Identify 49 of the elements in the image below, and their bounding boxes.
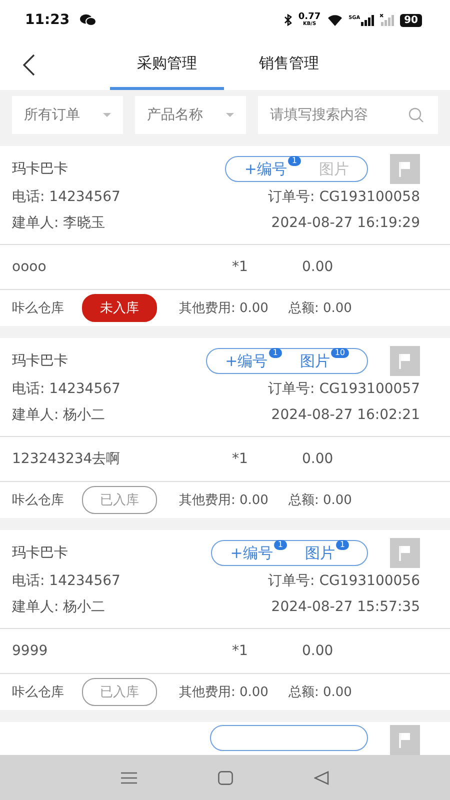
warehouse-name: 咔么仓库	[12, 684, 64, 701]
order-number: 订单号: CG193100056	[268, 572, 420, 590]
order-total: 总额: 0.00	[288, 492, 352, 509]
created-time: 2024-08-27 16:19:29	[271, 215, 420, 231]
count-badge: 10	[330, 348, 349, 358]
order-number: 订单号: CG193100058	[268, 188, 420, 206]
tab[interactable]: 销售管理	[232, 40, 346, 90]
creator-name: 建单人: 杨小二	[12, 598, 106, 616]
created-time: 2024-08-27 15:57:35	[271, 599, 420, 615]
count-badge: 1	[268, 348, 282, 358]
created-time: 2024-08-27 16:02:21	[271, 407, 420, 423]
product-name: 123243234去啊	[12, 450, 122, 468]
count-badge: 1	[274, 540, 287, 550]
product-name: oooo	[12, 259, 48, 275]
price: 0.00	[302, 259, 334, 275]
other-fees: 其他费用: 0.00	[179, 684, 268, 701]
warehouse-name: 咔么仓库	[12, 300, 64, 317]
tab[interactable]: 采购管理	[110, 40, 224, 90]
search-field[interactable]: 请填写搜索内容	[258, 96, 438, 134]
quantity: *1	[232, 451, 249, 467]
dropdown[interactable]: 产品名称	[135, 96, 246, 134]
warehouse-name: 咔么仓库	[12, 492, 64, 509]
quantity: *1	[232, 259, 249, 275]
network-speed: 0.77	[298, 13, 321, 22]
price: 0.00	[302, 643, 334, 659]
stock-status-badge: 未入库	[82, 294, 157, 322]
dropdown[interactable]: 所有订单	[12, 96, 123, 134]
order-total: 总额: 0.00	[288, 684, 352, 701]
other-fees: 其他费用: 0.00	[179, 492, 268, 509]
creator-name: 建单人: 李晓玉	[12, 214, 106, 232]
order-total: 总额: 0.00	[288, 300, 352, 317]
product-name: 9999	[12, 643, 49, 659]
creator-name: 建单人: 杨小二	[12, 406, 106, 424]
quantity: *1	[232, 643, 249, 659]
customer-name: 玛卡巴卡	[12, 160, 68, 178]
stock-status-badge: 已入库	[82, 678, 157, 706]
customer-name: 玛卡巴卡	[12, 544, 68, 562]
order-number: 订单号: CG193100057	[268, 380, 420, 398]
other-fees: 其他费用: 0.00	[179, 300, 268, 317]
clock-time: 11:23	[25, 12, 70, 28]
phone-number: 电话: 14234567	[12, 380, 120, 398]
battery-indicator: 90	[400, 14, 422, 26]
customer-name: 玛卡巴卡	[12, 352, 68, 370]
count-badge: 1	[336, 540, 349, 550]
price: 0.00	[302, 451, 334, 467]
stock-status-badge: 已入库	[82, 486, 157, 514]
phone-number: 电话: 14234567	[12, 572, 120, 590]
phone-number: 电话: 14234567	[12, 188, 120, 206]
count-badge: 1	[288, 156, 301, 166]
